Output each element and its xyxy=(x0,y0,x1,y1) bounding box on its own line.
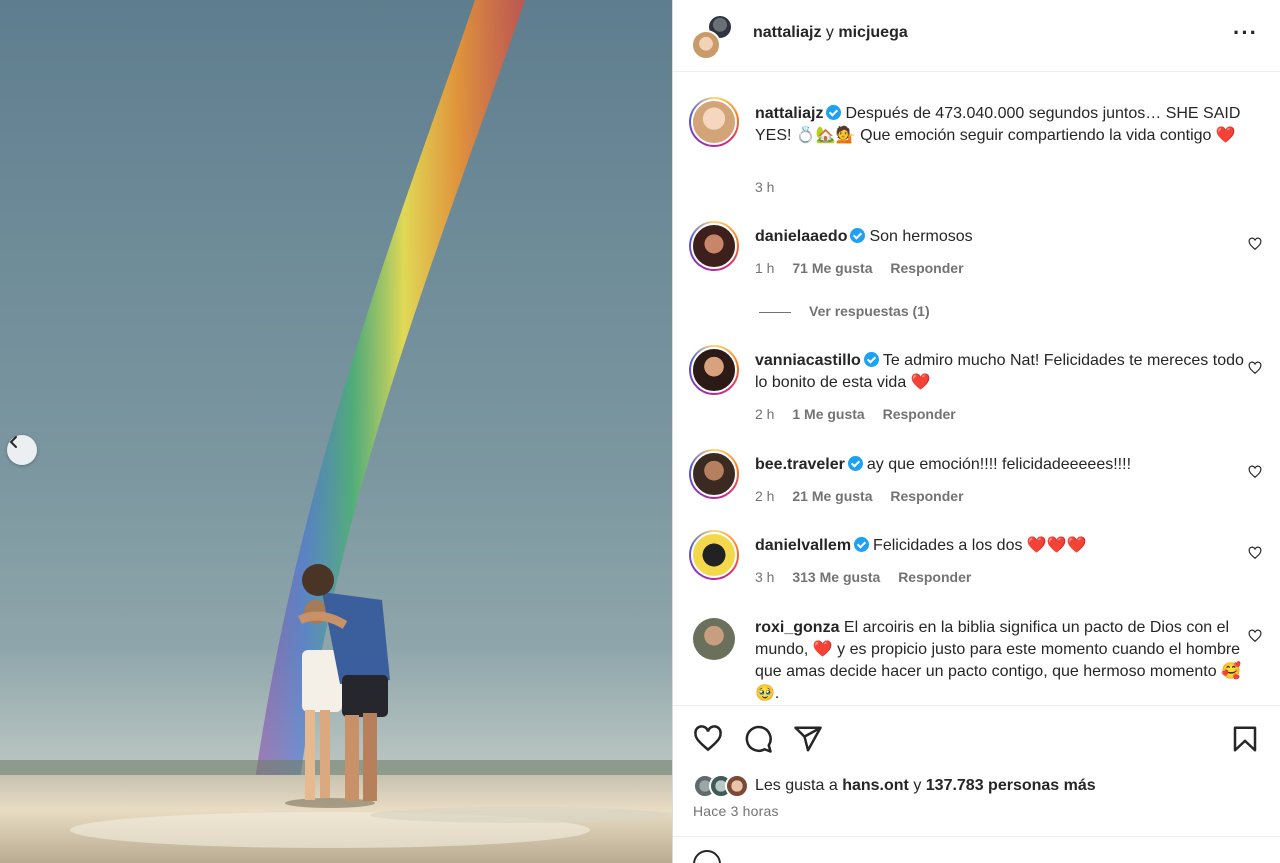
bookmark-icon[interactable] xyxy=(1230,724,1260,754)
previous-image-button[interactable] xyxy=(7,435,37,465)
reply-button[interactable]: Responder xyxy=(890,260,963,276)
header-user2[interactable]: micjuega xyxy=(838,24,907,41)
send-icon[interactable] xyxy=(793,724,823,754)
comment-text: bee.traveler ay que emoción!!!! felicidad… xyxy=(755,454,1245,476)
comment-time[interactable]: 2 h xyxy=(755,488,774,504)
comment-time[interactable]: 3 h xyxy=(755,569,774,585)
comment-user[interactable]: bee.traveler xyxy=(755,456,845,473)
caption-text: nattaliajz Después de 473.040.000 segundo… xyxy=(755,103,1245,147)
heart-icon[interactable] xyxy=(1248,237,1262,251)
reply-button[interactable]: Responder xyxy=(883,406,956,422)
comment-box-divider xyxy=(673,836,1280,837)
rainbow-beach-image xyxy=(0,0,672,863)
emoji-icon[interactable] xyxy=(693,850,721,863)
comment-body: Son hermosos xyxy=(869,228,973,245)
avatar[interactable] xyxy=(689,97,739,147)
likes-prefix: Les gusta a xyxy=(755,777,838,794)
comment-meta: 2 h 1 Me gusta Responder xyxy=(755,406,970,422)
caption-time[interactable]: 3 h xyxy=(755,179,774,195)
likes-text: Les gusta a hans.ont y 137.783 personas … xyxy=(755,777,1096,795)
post-time[interactable]: Hace 3 horas xyxy=(693,803,779,819)
comment-likes[interactable]: 71 Me gusta xyxy=(792,260,872,276)
comment-likes[interactable]: 1 Me gusta xyxy=(792,406,864,422)
comment-text: danielaaedo Son hermosos xyxy=(755,226,1245,248)
collab-names: nattaliajz y micjuega xyxy=(753,24,908,42)
comment-likes[interactable]: 313 Me gusta xyxy=(792,569,880,585)
verified-icon xyxy=(863,352,879,367)
comment-likes[interactable]: 21 Me gusta xyxy=(792,488,872,504)
likes-conj: y xyxy=(913,777,922,794)
header-conj: y xyxy=(825,24,834,41)
comment-meta: 3 h 313 Me gusta Responder xyxy=(755,569,985,585)
collab-avatars[interactable] xyxy=(691,14,737,60)
more-options-icon[interactable]: ··· xyxy=(1233,22,1258,44)
post-actions: Les gusta a hans.ont y 137.783 personas … xyxy=(673,705,1280,837)
comment-user[interactable]: danielaaedo xyxy=(755,228,847,245)
heart-icon[interactable] xyxy=(1248,465,1262,479)
post-details-panel: nattaliajz y micjuega ··· nattaliajz Desp… xyxy=(673,0,1280,863)
comment-body: Felicidades a los dos ❤️❤️❤️ xyxy=(873,537,1087,554)
caption-user[interactable]: nattaliajz xyxy=(755,105,823,122)
comment-time[interactable]: 2 h xyxy=(755,406,774,422)
comment-text: danielvallem Felicidades a los dos ❤️❤️❤️ xyxy=(755,535,1245,557)
heart-icon[interactable] xyxy=(1248,629,1262,643)
post-header: nattaliajz y micjuega ··· xyxy=(673,0,1280,72)
verified-icon xyxy=(847,456,863,471)
comment-meta: 2 h 21 Me gusta Responder xyxy=(755,488,978,504)
likes-user[interactable]: hans.ont xyxy=(842,777,909,794)
replies-line xyxy=(759,311,791,313)
comment-user[interactable]: roxi_gonza xyxy=(755,619,839,636)
comment-body: ay que emoción!!!! felicidadeeeees!!!! xyxy=(866,456,1132,473)
comment-meta: 1 h 71 Me gusta Responder xyxy=(755,260,978,276)
avatar[interactable] xyxy=(689,221,739,271)
heart-icon[interactable] xyxy=(693,724,723,754)
view-replies-button[interactable]: Ver respuestas (1) xyxy=(759,303,930,319)
likes-summary[interactable]: Les gusta a hans.ont y 137.783 personas … xyxy=(693,774,1096,798)
caption-meta: 3 h xyxy=(755,179,788,195)
avatar[interactable] xyxy=(689,449,739,499)
comment-text: vanniacastillo Te admiro mucho Nat! Felic… xyxy=(755,350,1245,394)
comment-icon[interactable] xyxy=(743,724,773,754)
verified-icon xyxy=(850,228,866,243)
heart-icon[interactable] xyxy=(1248,361,1262,375)
avatar[interactable] xyxy=(689,345,739,395)
header-user1[interactable]: nattaliajz xyxy=(753,24,821,41)
avatar[interactable] xyxy=(689,530,739,580)
chevron-left-icon xyxy=(9,436,17,448)
replies-label: Ver respuestas (1) xyxy=(809,303,930,319)
reply-button[interactable]: Responder xyxy=(890,488,963,504)
comments-section[interactable]: nattaliajz Después de 473.040.000 segundo… xyxy=(673,73,1280,705)
comment-user[interactable]: vanniacastillo xyxy=(755,352,861,369)
avatar-nattaliajz[interactable] xyxy=(691,30,721,60)
post-photo xyxy=(0,0,672,863)
comment-text: roxi_gonza El arcoiris en la biblia sign… xyxy=(755,617,1245,705)
reply-button[interactable]: Responder xyxy=(898,569,971,585)
avatar[interactable] xyxy=(693,618,735,660)
verified-icon xyxy=(854,537,870,552)
comment-time[interactable]: 1 h xyxy=(755,260,774,276)
liker-avatar xyxy=(725,774,749,798)
verified-icon xyxy=(826,105,842,120)
heart-icon[interactable] xyxy=(1248,546,1262,560)
likes-count[interactable]: 137.783 personas más xyxy=(926,777,1096,794)
comment-user[interactable]: danielvallem xyxy=(755,537,851,554)
